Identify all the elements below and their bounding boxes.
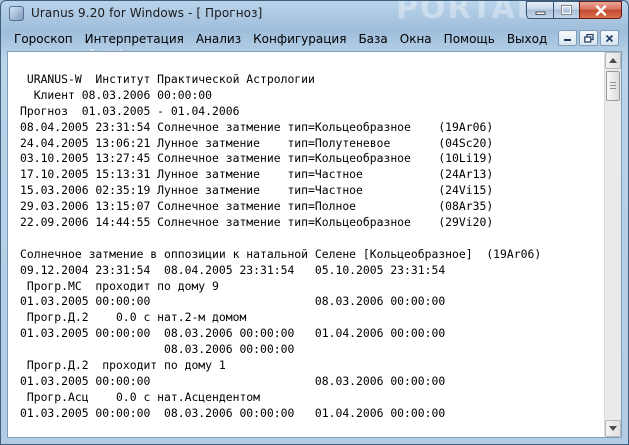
title-bar[interactable]: Uranus 9.20 for Windows - [ Прогноз] POR… [1, 1, 628, 27]
close-icon [595, 4, 606, 16]
caption-buttons [526, 1, 622, 20]
text-line: 17.10.2005 15:13:31 Лунное затмение тип=… [20, 167, 494, 182]
maximize-button[interactable] [553, 1, 579, 19]
text-line: URANUS-W Институт Практической Астрологи… [20, 72, 315, 86]
text-line: Прогноз 01.03.2005 - 01.04.2006 [20, 103, 240, 118]
text-line: 08.03.2006 00:00:00 [20, 342, 295, 357]
mdi-close-button[interactable] [600, 30, 619, 46]
menu-configuration[interactable]: Конфигурация [247, 28, 352, 50]
text-line: 01.03.2005 00:00:00 08.03.2006 00:00:00 [20, 294, 446, 309]
text-line: Клиент 08.03.2006 00:00:00 [20, 87, 213, 102]
menu-bar: Гороскоп Интерпретация Анализ Конфигурац… [8, 28, 615, 50]
text-line: 09.12.2004 23:31:54 08.04.2005 23:31:54 … [20, 262, 446, 277]
mdi-minimize-button[interactable] [558, 30, 577, 46]
text-line: 01.03.2005 00:00:00 08.03.2006 00:00:00 [20, 373, 446, 388]
text-line: Прогр.Асц 0.0 с нат.Асцендентом [20, 389, 261, 404]
vertical-scrollbar[interactable] [604, 52, 621, 437]
menu-horoscope[interactable]: Гороскоп [8, 28, 79, 50]
mdi-child-buttons [558, 30, 619, 46]
window-title: Uranus 9.20 for Windows - [ Прогноз] [31, 6, 263, 20]
text-line: Прогр.Д.2 0.0 с нат.2-м домом [20, 310, 247, 325]
text-line: Солнечное затмение в оппозиции к натальн… [20, 246, 542, 261]
text-line: 01.03.2005 00:00:00 08.03.2006 00:00:00 … [20, 405, 446, 420]
menu-help[interactable]: Помощь [438, 28, 501, 50]
restore-icon [583, 33, 594, 43]
text-line: 22.09.2006 14:44:55 Солнечное затмение т… [20, 215, 494, 230]
scroll-up-button[interactable] [605, 52, 621, 69]
close-button[interactable] [579, 1, 622, 19]
arrow-up-icon [609, 58, 617, 63]
arrow-down-icon [609, 426, 617, 431]
close-icon [605, 34, 614, 42]
text-line: 24.04.2005 13:06:21 Лунное затмение тип=… [20, 135, 494, 150]
menu-exit[interactable]: Выход [501, 28, 553, 50]
watermark-logo: PORTAL [396, 0, 538, 26]
minimize-icon [564, 39, 571, 41]
text-line: 01.03.2005 00:00:00 08.03.2006 00:00:00 … [20, 326, 446, 341]
forecast-text: URANUS-W Институт Практической Астрологи… [8, 52, 605, 422]
text-line: Прогр.MC проходит по дому 9 [20, 278, 219, 293]
text-line: 08.04.2005 23:31:54 Солнечное затмение т… [20, 119, 494, 134]
mdi-restore-button[interactable] [579, 30, 598, 46]
menu-analysis[interactable]: Анализ [190, 28, 247, 50]
menu-interpretation[interactable]: Интерпретация [79, 28, 190, 50]
text-line: 29.03.2006 13:15:07 Солнечное затмение т… [20, 199, 494, 214]
text-line: 15.03.2006 02:35:19 Лунное затмение тип=… [20, 183, 494, 198]
text-line: 03.10.2005 13:27:45 Солнечное затмение т… [20, 151, 494, 166]
scrollbar-thumb[interactable] [606, 71, 620, 101]
maximize-icon [561, 5, 572, 15]
document-client-area: URANUS-W Институт Практической Астрологи… [7, 51, 622, 438]
text-line [20, 231, 605, 247]
menu-windows[interactable]: Окна [394, 28, 438, 50]
scroll-down-button[interactable] [605, 420, 621, 437]
minimize-icon [535, 11, 545, 15]
app-icon[interactable] [9, 6, 24, 21]
text-line: Прогр.Д.2 проходит по дому 1 [20, 358, 226, 373]
main-window: Uranus 9.20 for Windows - [ Прогноз] POR… [0, 0, 629, 445]
menu-database[interactable]: База [352, 28, 393, 50]
minimize-button[interactable] [526, 1, 553, 19]
forecast-text-area[interactable]: URANUS-W Институт Практической Астрологи… [8, 52, 605, 437]
